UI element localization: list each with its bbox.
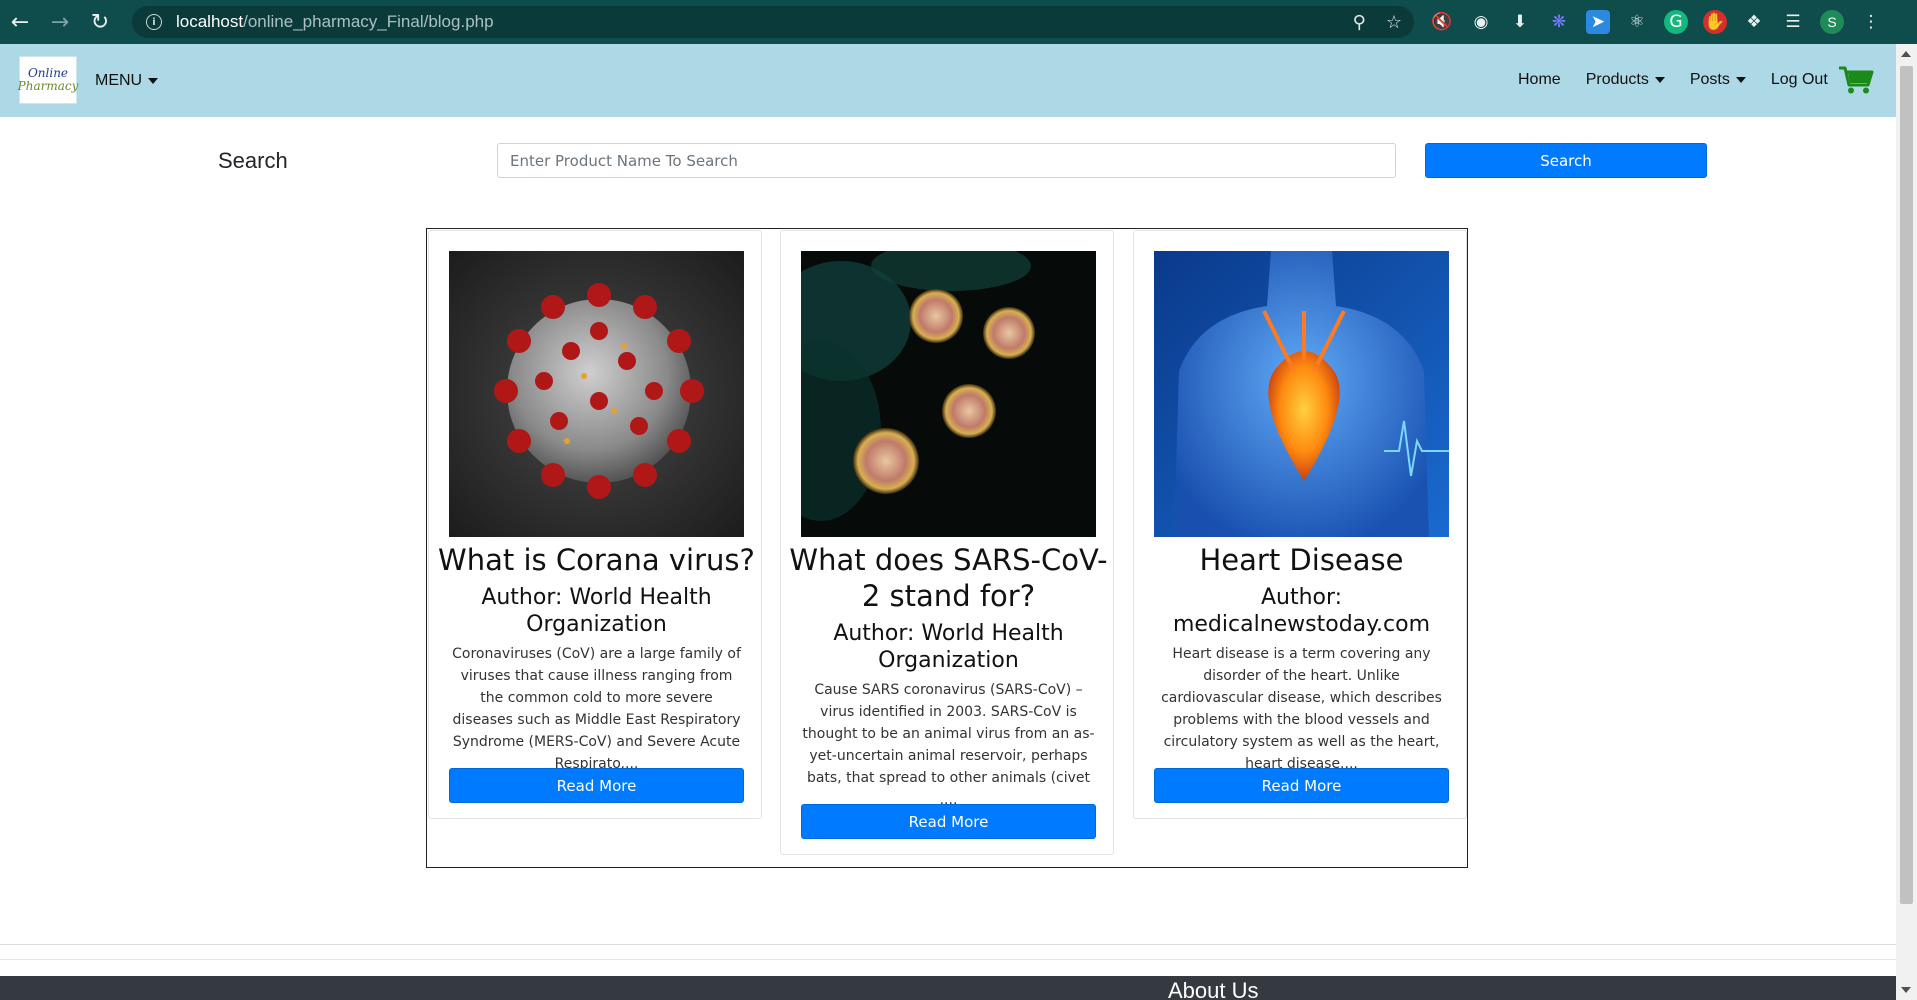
menu-dropdown[interactable]: MENU: [95, 72, 159, 90]
gear-extension-icon[interactable]: ❋: [1547, 10, 1571, 34]
nav-logout[interactable]: Log Out: [1771, 71, 1828, 89]
post-excerpt: Cause SARS coronavirus (SARS-CoV) – viru…: [802, 682, 1095, 808]
site-info-icon[interactable]: i: [146, 14, 162, 30]
shopping-cart-icon[interactable]: [1838, 65, 1874, 95]
more-menu-icon[interactable]: ⋮: [1859, 10, 1883, 34]
chevron-down-icon: [148, 78, 159, 84]
bookmark-star-icon[interactable]: ☆: [1386, 12, 1402, 33]
post-excerpt: Coronaviruses (CoV) are a large family o…: [452, 646, 741, 772]
url-path: /online_pharmacy_Final/blog.php: [243, 12, 494, 31]
address-url[interactable]: localhost/online_pharmacy_Final/blog.php: [176, 12, 494, 32]
chevron-down-icon: [1654, 77, 1665, 83]
back-icon[interactable]: ←: [0, 0, 40, 44]
blog-posts-container: What is Corana virus? Author: World Heal…: [426, 228, 1468, 868]
reading-list-icon[interactable]: ☰: [1781, 10, 1805, 34]
nav-products-dropdown[interactable]: Products: [1586, 71, 1665, 89]
post-title: Heart Disease: [1199, 543, 1404, 577]
coronavirus-image: [449, 251, 744, 537]
menu-label: MENU: [95, 72, 143, 89]
search-label: Search: [218, 148, 288, 173]
download-extension-icon[interactable]: ⬇: [1508, 10, 1532, 34]
blog-card-corona: What is Corana virus? Author: World Heal…: [428, 230, 762, 819]
mute-tab-icon[interactable]: 🔇: [1430, 10, 1454, 34]
browser-toolbar: ← → ↻ i localhost/online_pharmacy_Final/…: [0, 0, 1917, 44]
search-input[interactable]: [497, 143, 1396, 178]
post-title: What is Corana virus?: [438, 543, 755, 577]
grammarly-extension-icon[interactable]: G: [1664, 10, 1688, 34]
scroll-up-icon[interactable]: [1901, 51, 1911, 57]
divider: [0, 944, 1896, 945]
forward-icon[interactable]: →: [40, 0, 80, 44]
blog-card-heart: Heart Disease Author: medicalnewstoday.c…: [1133, 230, 1467, 819]
adblock-extension-icon[interactable]: ✋: [1703, 10, 1727, 34]
nav-posts-label: Posts: [1689, 71, 1730, 88]
profile-avatar[interactable]: S: [1820, 10, 1844, 34]
blog-card-sars: What does SARS-CoV-2 stand for? Author: …: [780, 230, 1114, 855]
site-navbar: Online Pharmacy MENU Home Products Posts…: [0, 44, 1896, 117]
post-title: What does SARS-CoV-2 stand for?: [789, 543, 1108, 613]
zoom-icon[interactable]: ⚲: [1353, 12, 1366, 33]
react-extension-icon[interactable]: ⚛: [1625, 10, 1649, 34]
site-logo[interactable]: Online Pharmacy: [17, 56, 79, 104]
scrollbar-thumb[interactable]: [1900, 66, 1913, 904]
page-scrollbar[interactable]: [1896, 44, 1917, 1000]
nav-logout-label: Log Out: [1770, 71, 1828, 88]
nav-home-label: Home: [1518, 71, 1561, 88]
heart-anatomy-image: [1154, 251, 1449, 537]
nav-links: Home Products Posts Log Out: [1518, 68, 1828, 92]
footer-about-heading: About Us: [1168, 978, 1259, 1000]
sars-cov-2-image: [801, 251, 1096, 537]
nav-products-label: Products: [1585, 71, 1649, 88]
reload-icon[interactable]: ↻: [80, 0, 120, 44]
search-button[interactable]: Search: [1425, 143, 1707, 178]
read-more-button[interactable]: Read More: [801, 804, 1096, 839]
read-more-button[interactable]: Read More: [449, 768, 744, 803]
nav-home[interactable]: Home: [1518, 71, 1561, 89]
post-author: Author: medicalnewstoday.com: [1172, 585, 1431, 637]
read-more-button[interactable]: Read More: [1154, 768, 1449, 803]
extensions-bar: 🔇 ◉ ⬇ ❋ ➤ ⚛ G ✋ ❖ ☰ S ⋮: [1430, 0, 1883, 44]
post-excerpt: Heart disease is a term covering any dis…: [1161, 646, 1442, 772]
post-author: Author: World Health Organization: [481, 585, 712, 637]
share-extension-icon[interactable]: ➤: [1586, 10, 1610, 34]
post-author: Author: World Health Organization: [833, 621, 1064, 673]
scroll-down-icon[interactable]: [1901, 987, 1911, 993]
logo-line2: Pharmacy: [17, 79, 79, 93]
nav-posts-dropdown[interactable]: Posts: [1690, 71, 1746, 89]
footer: About Us: [0, 976, 1896, 1000]
extensions-puzzle-icon[interactable]: ❖: [1742, 10, 1766, 34]
address-bar[interactable]: i localhost/online_pharmacy_Final/blog.p…: [132, 6, 1414, 38]
camera-extension-icon[interactable]: ◉: [1469, 10, 1493, 34]
chevron-down-icon: [1735, 77, 1746, 83]
url-host: localhost: [176, 12, 244, 31]
divider: [0, 959, 1896, 960]
